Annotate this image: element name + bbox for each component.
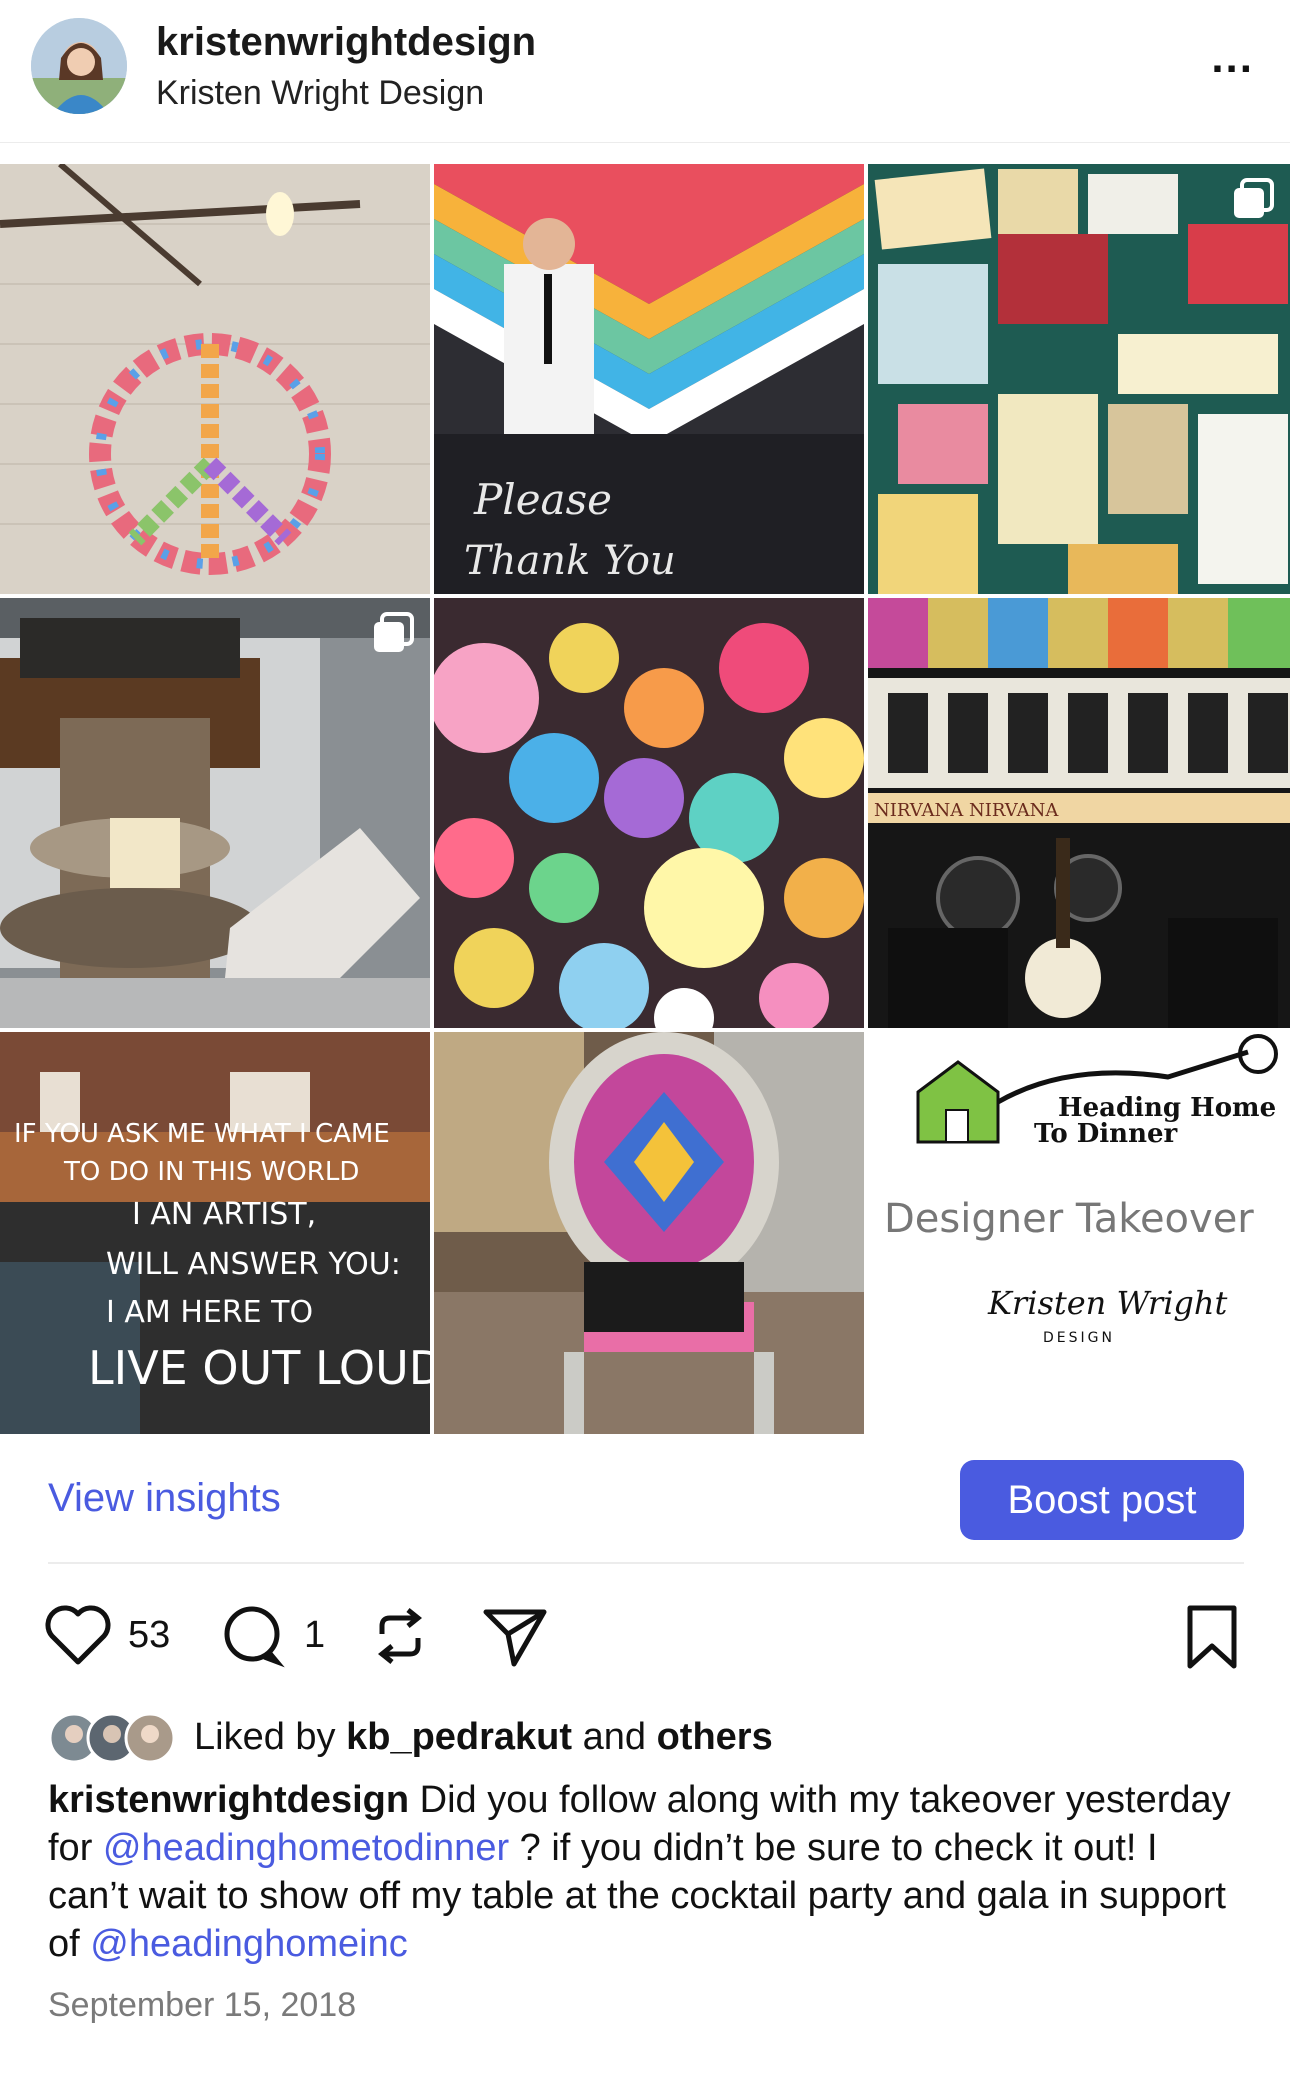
post-image-collage[interactable]: Please Thank You NIRVANA NIRVANA IF YOU … [0,164,1290,1434]
engagement-bar: 53 1 [0,1596,1290,1686]
liked-by-others[interactable]: others [657,1716,773,1758]
post-header: kristenwrightdesign Kristen Wright Desig… [0,0,1290,143]
to-dinner-text: To Dinner [1034,1119,1178,1149]
caption-author[interactable]: kristenwrightdesign [48,1779,409,1821]
grid-tile-quote: IF YOU ASK ME WHAT I CAME TO DO IN THIS … [0,1032,430,1434]
quote-line-4: WILL ANSWER YOU: [106,1247,401,1282]
liked-by-row[interactable]: Liked by kb_pedrakut and others [48,1712,1248,1764]
boost-post-button[interactable]: Boost post [960,1460,1244,1540]
insights-row: View insights Boost post [0,1440,1290,1560]
view-insights-link[interactable]: View insights [48,1476,281,1521]
liked-by-avatars [48,1712,188,1764]
multi-image-icon [1232,178,1276,222]
quote-line-3: I AN ARTIST, [132,1197,316,1232]
signature-sub-text: DESIGN [1043,1330,1115,1346]
caption-mention-1[interactable]: @headinghometodinner [103,1827,509,1869]
quote-line-1: IF YOU ASK ME WHAT I CAME [14,1119,390,1149]
liked-by-text: Liked by kb_pedrakut and others [194,1716,773,1759]
multi-image-icon [372,612,416,656]
quote-line-5: I AM HERE TO [106,1295,313,1330]
post-caption: kristenwrightdesign Did you follow along… [48,1776,1248,1968]
liked-by-user[interactable]: kb_pedrakut [346,1716,572,1758]
grid-tile-peace-sign [0,164,430,594]
nirvana-banner-text: NIRVANA NIRVANA [874,800,1059,821]
quote-line-6: LIVE OUT LOUD [88,1341,430,1395]
grid-tile-bar: Please Thank You [434,164,864,594]
heart-icon[interactable] [44,1604,112,1671]
thank-you-text: Thank You [464,538,676,584]
liked-by-middle: and [572,1716,657,1758]
liked-by-prefix: Liked by [194,1716,347,1758]
avatar[interactable] [31,18,127,114]
please-text: Please [473,475,612,524]
grid-tile-stage: NIRVANA NIRVANA [868,598,1290,1028]
grid-tile-tickets [868,164,1290,594]
full-name: Kristen Wright Design [156,74,485,112]
comment-icon[interactable] [220,1604,286,1673]
ellipsis-icon[interactable]: ... [1211,36,1254,80]
grid-tile-takeover: Heading Home To Dinner Designer Takeover… [868,1032,1290,1434]
bookmark-icon[interactable] [1184,1604,1240,1675]
caption-mention-2[interactable]: @headinghomeinc [90,1923,407,1965]
designer-takeover-text: Designer Takeover [884,1196,1254,1242]
divider [48,1562,1244,1564]
username[interactable]: kristenwrightdesign [156,20,536,65]
send-icon[interactable] [482,1606,548,1673]
grid-tile-vinyl [0,598,430,1028]
grid-tile-balloons [434,598,864,1028]
signature-text: Kristen Wright [987,1284,1228,1322]
post-date: September 15, 2018 [48,1986,357,2024]
repost-icon[interactable] [368,1604,432,1673]
grid-tile-chair [434,1032,864,1434]
quote-line-2: TO DO IN THIS WORLD [63,1157,359,1187]
comment-count: 1 [304,1614,326,1656]
like-count: 53 [128,1614,171,1656]
